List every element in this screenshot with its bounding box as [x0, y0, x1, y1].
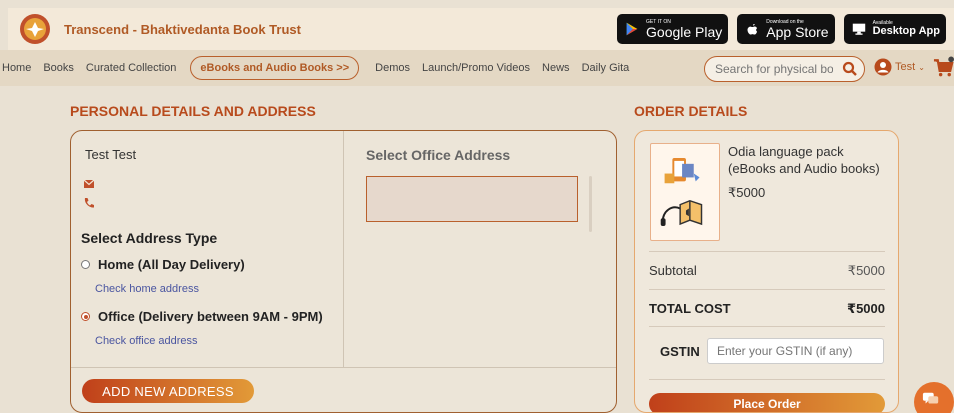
select-office-address-heading: Select Office Address — [366, 147, 511, 163]
home-delivery-label: Home (All Day Delivery) — [98, 257, 245, 272]
main-nav: Home Books Curated Collection eBooks and… — [0, 50, 954, 86]
nav-daily-gita[interactable]: Daily Gita — [582, 62, 630, 74]
personal-details-card: Test Test Select Address Type Home (All … — [70, 130, 617, 413]
cart-icon[interactable] — [933, 56, 954, 78]
search-box — [704, 56, 865, 82]
office-delivery-label: Office (Delivery between 9AM - 9PM) — [98, 309, 323, 324]
brand-name[interactable]: Transcend - Bhaktivedanta Book Trust — [64, 22, 301, 37]
product-price: ₹5000 — [728, 185, 766, 200]
place-order-button[interactable]: Place Order — [649, 393, 885, 412]
desktop-app-button[interactable]: Available Desktop App — [843, 14, 946, 44]
add-new-address-button[interactable]: ADD NEW ADDRESS — [82, 379, 254, 403]
nav-launch-promo-videos[interactable]: Launch/Promo Videos — [422, 62, 530, 74]
google-play-button[interactable]: GET IT ON Google Play — [617, 14, 729, 44]
user-name: Test — [895, 61, 916, 73]
store-big-text: App Store — [766, 23, 829, 40]
order-details-card: Odia language pack (eBooks and Audio boo… — [634, 130, 899, 413]
nav-home[interactable]: Home — [2, 62, 31, 74]
subtotal-row: Subtotal ₹5000 — [649, 263, 885, 279]
office-address-select[interactable] — [366, 176, 578, 222]
app-store-badges: GET IT ON Google Play Download on the App … — [617, 14, 946, 44]
top-bar: Transcend - Bhaktivedanta Book Trust GET… — [8, 8, 954, 50]
column-divider — [343, 131, 344, 367]
apple-icon — [743, 20, 761, 38]
chat-button[interactable] — [914, 382, 954, 413]
personal-details-title: PERSONAL DETAILS AND ADDRESS — [70, 103, 316, 119]
nav-books[interactable]: Books — [43, 62, 74, 74]
google-play-icon — [623, 20, 641, 38]
scrollbar[interactable] — [589, 176, 592, 232]
total-label: TOTAL COST — [649, 301, 731, 316]
audiobook-icon — [660, 158, 703, 226]
user-menu[interactable]: Test ⌄ — [874, 58, 925, 76]
divider — [649, 379, 885, 380]
search-input[interactable] — [705, 62, 833, 76]
gstin-label: GSTIN — [660, 344, 700, 359]
office-delivery-option[interactable]: Office (Delivery between 9AM - 9PM) — [81, 309, 323, 324]
row-divider — [71, 367, 616, 368]
phone-icon — [84, 198, 94, 208]
store-big-text: Desktop App — [872, 25, 940, 37]
divider — [649, 289, 885, 290]
chat-icon — [922, 392, 939, 404]
check-office-address-link[interactable]: Check office address — [95, 335, 198, 347]
nav-ebooks-audiobooks[interactable]: eBooks and Audio Books >> — [190, 56, 360, 80]
select-address-type-heading: Select Address Type — [81, 230, 218, 246]
user-avatar-icon — [874, 58, 892, 76]
desktop-icon — [850, 20, 868, 38]
order-details-title: ORDER DETAILS — [634, 103, 748, 119]
search-icon[interactable] — [842, 61, 858, 77]
logo-icon — [24, 18, 46, 40]
app-store-button[interactable]: Download on the App Store — [737, 14, 835, 44]
chevron-down-icon: ⌄ — [918, 62, 925, 72]
home-delivery-option[interactable]: Home (All Day Delivery) — [81, 257, 245, 272]
envelope-icon — [83, 179, 95, 188]
divider — [649, 326, 885, 327]
total-value: ₹5000 — [847, 301, 885, 316]
customer-name: Test Test — [85, 147, 137, 162]
total-row: TOTAL COST ₹5000 — [649, 301, 885, 317]
nav-news[interactable]: News — [542, 62, 570, 74]
brand-logo[interactable] — [20, 14, 50, 44]
store-big-text: Google Play — [646, 23, 723, 40]
nav-demos[interactable]: Demos — [375, 62, 410, 74]
nav-curated-collection[interactable]: Curated Collection — [86, 62, 177, 74]
office-delivery-radio[interactable] — [81, 312, 90, 321]
home-delivery-radio[interactable] — [81, 260, 90, 269]
divider — [649, 251, 885, 252]
product-thumbnail[interactable] — [650, 143, 720, 241]
product-name: Odia language pack (eBooks and Audio boo… — [728, 144, 880, 176]
subtotal-value: ₹5000 — [847, 263, 885, 278]
gstin-input[interactable] — [707, 338, 884, 364]
check-home-address-link[interactable]: Check home address — [95, 283, 199, 295]
subtotal-label: Subtotal — [649, 263, 697, 278]
